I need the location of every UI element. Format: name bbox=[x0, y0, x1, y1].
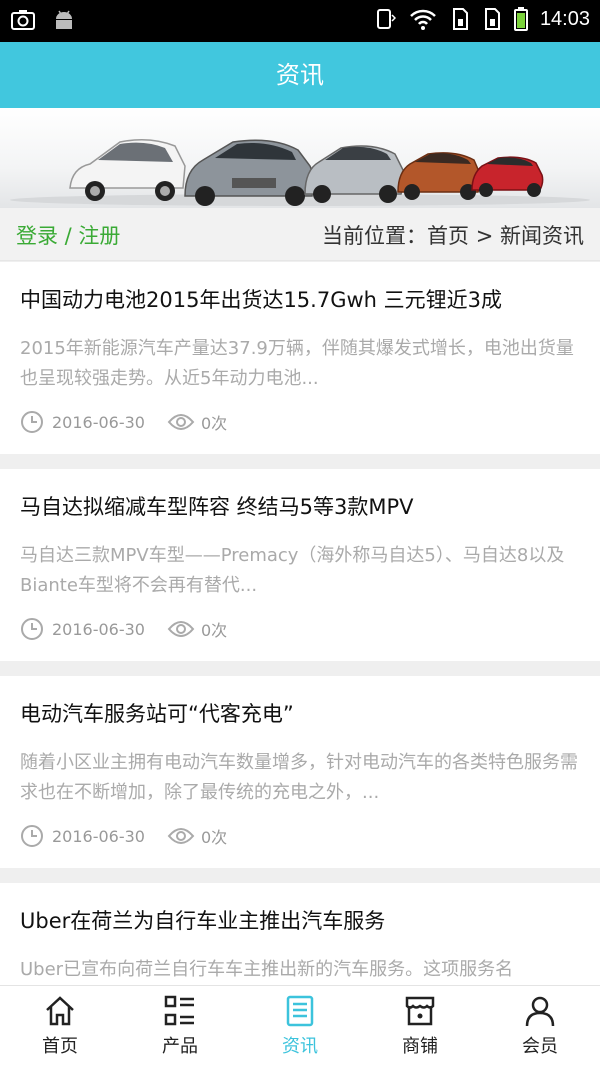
home-icon bbox=[46, 996, 74, 1026]
eye-icon bbox=[167, 621, 195, 637]
breadcrumb-bar: 登录 / 注册 当前位置：首页 > 新闻资讯 bbox=[0, 208, 600, 261]
news-date: 2016-06-30 bbox=[52, 826, 145, 846]
clock-icon bbox=[21, 411, 43, 433]
tab-label: 资讯 bbox=[282, 1036, 318, 1057]
news-date: 2016-06-30 bbox=[52, 412, 145, 432]
login-register-link[interactable]: 登录 / 注册 bbox=[16, 220, 120, 250]
divider bbox=[0, 454, 600, 469]
tab-label: 首页 bbox=[42, 1036, 78, 1057]
tab-home[interactable]: 首页 bbox=[0, 986, 120, 1068]
breadcrumb: 当前位置：首页 > 新闻资讯 bbox=[322, 224, 584, 248]
news-views: 0次 bbox=[200, 414, 228, 433]
news-summary: 马自达三款MPV车型——Premacy（海外称马自达5）、马自达8以及Biant… bbox=[20, 545, 565, 596]
grid-list-icon bbox=[164, 995, 194, 1026]
tab-member[interactable]: 会员 bbox=[480, 986, 600, 1068]
sim1-icon bbox=[452, 8, 468, 30]
eye-icon bbox=[167, 828, 195, 844]
clock: 14:03 bbox=[539, 7, 590, 30]
news-views: 0次 bbox=[200, 621, 228, 640]
page-title: 资讯 bbox=[0, 42, 600, 108]
news-item[interactable]: 马自达拟缩减车型阵容 终结马5等3款MPV 马自达三款MPV车型——Premac… bbox=[0, 469, 600, 661]
news-title[interactable]: 中国动力电池2015年出货达15.7Gwh 三元锂近3成 bbox=[20, 262, 580, 322]
tab-label: 产品 bbox=[162, 1036, 198, 1057]
news-meta: 2016-06-30 0次 bbox=[20, 402, 580, 442]
battery-icon bbox=[513, 7, 528, 31]
news-list: 中国动力电池2015年出货达15.7Gwh 三元锂近3成 2015年新能源汽车产… bbox=[0, 262, 600, 1075]
divider bbox=[0, 661, 600, 676]
news-title[interactable]: Uber在荷兰为自行车业主推出汽车服务 bbox=[20, 883, 580, 943]
document-icon bbox=[286, 995, 314, 1027]
user-icon bbox=[525, 996, 555, 1027]
divider bbox=[0, 868, 600, 883]
news-meta: 2016-06-30 0次 bbox=[20, 816, 580, 856]
news-summary: 2015年新能源汽车产量达37.9万辆，伴随其爆发式增长，电池出货量也呈现较强走… bbox=[20, 338, 574, 389]
vibrate-icon bbox=[376, 9, 396, 29]
sim2-icon bbox=[484, 8, 500, 30]
news-item[interactable]: 中国动力电池2015年出货达15.7Gwh 三元锂近3成 2015年新能源汽车产… bbox=[0, 262, 600, 454]
eye-icon bbox=[167, 414, 195, 430]
bottom-tab-bar: 首页 产品 资讯 商铺 会员 bbox=[0, 985, 600, 1068]
status-bar: 14:03 bbox=[0, 0, 600, 42]
news-item[interactable]: 电动汽车服务站可“代客充电” 随着小区业主拥有电动汽车数量增多，针对电动汽车的各… bbox=[0, 676, 600, 868]
tab-news[interactable]: 资讯 bbox=[240, 986, 360, 1068]
tab-label: 商铺 bbox=[402, 1036, 438, 1057]
clock-icon bbox=[21, 618, 43, 640]
screenshot-icon bbox=[11, 10, 35, 30]
news-title[interactable]: 马自达拟缩减车型阵容 终结马5等3款MPV bbox=[20, 469, 580, 529]
news-title[interactable]: 电动汽车服务站可“代客充电” bbox=[20, 676, 580, 736]
tab-products[interactable]: 产品 bbox=[120, 986, 240, 1068]
news-date: 2016-06-30 bbox=[52, 619, 145, 639]
tab-label: 会员 bbox=[522, 1036, 558, 1057]
store-icon bbox=[405, 996, 435, 1026]
banner-image[interactable] bbox=[0, 108, 600, 208]
android-icon bbox=[56, 10, 72, 29]
clock-icon bbox=[21, 825, 43, 847]
news-views: 0次 bbox=[200, 828, 228, 847]
cars-illustration bbox=[10, 139, 590, 206]
tab-stores[interactable]: 商铺 bbox=[360, 986, 480, 1068]
news-meta: 2016-06-30 0次 bbox=[20, 609, 580, 649]
wifi-icon bbox=[410, 9, 436, 30]
news-summary: 随着小区业主拥有电动汽车数量增多，针对电动汽车的各类特色服务需求也在不断增加，除… bbox=[20, 752, 578, 803]
